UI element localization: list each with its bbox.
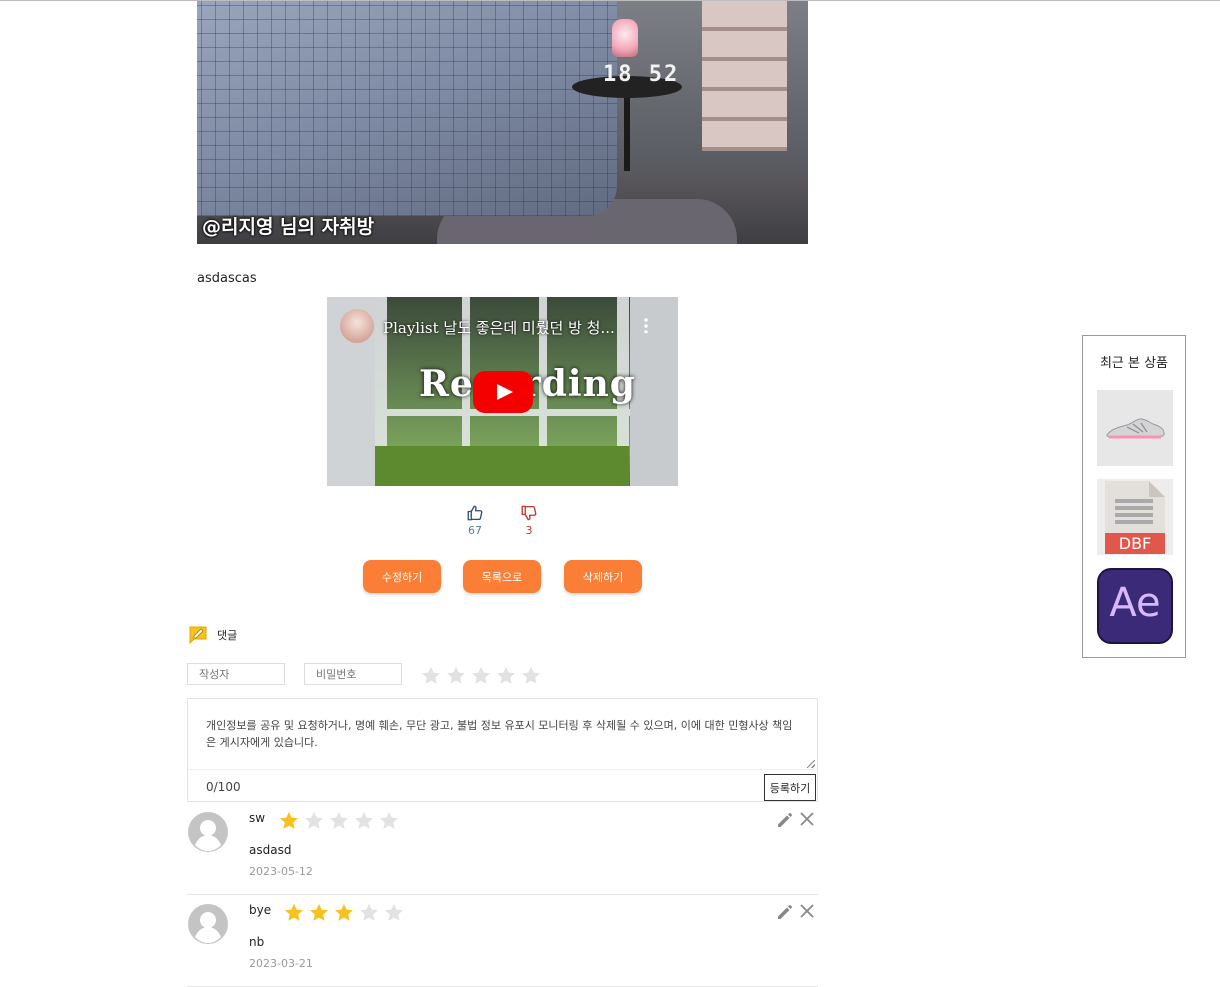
star-empty-icon (330, 811, 348, 829)
like-button[interactable]: 67 (455, 504, 495, 537)
comment-textarea[interactable]: 개인정보를 공유 및 요청하거나, 명예 훼손, 무단 광고, 불법 정보 유포… (206, 717, 801, 751)
recent-panel-title: 최근 본 상품 (1099, 356, 1169, 371)
image-caption: @리지영 님의 자취방 (202, 216, 375, 238)
delete-x-icon[interactable] (799, 811, 815, 827)
dbf-label: DBF (1118, 534, 1152, 553)
post-image: 18 52 @리지영 님의 자취방 (197, 1, 808, 244)
comment-write-icon (189, 626, 207, 644)
recent-item-after-effects[interactable]: Ae (1097, 568, 1173, 644)
like-count: 67 (468, 524, 482, 537)
avatar-icon (188, 812, 228, 852)
youtube-embed[interactable]: Playlist 날도 좋은데 미뤘던 방 청... Recording (327, 297, 678, 486)
star-empty-icon (380, 811, 398, 829)
grass (375, 446, 629, 486)
drawer-shelf (702, 1, 787, 151)
comment-item: bye nb 2023-03-21 (187, 895, 818, 987)
edit-button[interactable]: 수정하기 (363, 560, 441, 593)
comment-form: 개인정보를 공유 및 요청하거나, 명예 훼손, 무단 광고, 불법 정보 유포… (187, 698, 818, 802)
comment-text: nb (249, 935, 265, 949)
comment-item: sw asdasd 2023-05-12 (187, 803, 818, 895)
star-empty-icon[interactable] (520, 665, 542, 687)
comments-title: 댓글 (217, 629, 238, 642)
back-to-list-button[interactable]: 목록으로 (463, 560, 541, 593)
bed (197, 1, 617, 216)
table-leg (624, 96, 630, 171)
ae-label: Ae (1109, 580, 1161, 626)
comment-author: bye (249, 903, 272, 917)
star-empty-icon[interactable] (470, 665, 492, 687)
password-input[interactable] (304, 663, 402, 685)
comment-rating (283, 902, 405, 924)
star-empty-icon (355, 811, 373, 829)
rating-selector[interactable] (420, 665, 542, 687)
thumbs-up-icon (467, 505, 483, 521)
comment-author: sw (249, 811, 266, 825)
recently-viewed-panel: 최근 본 상품 DBF Ae (1082, 335, 1186, 658)
wall-right (630, 297, 678, 486)
avatar-icon (188, 904, 228, 944)
star-empty-icon (305, 811, 323, 829)
delete-button[interactable]: 삭제하기 (564, 560, 642, 593)
star-filled-icon (280, 811, 298, 829)
play-button[interactable] (473, 371, 533, 413)
comment-text: asdasd (249, 843, 292, 857)
author-input[interactable] (187, 663, 285, 685)
star-empty-icon (360, 903, 378, 921)
star-empty-icon[interactable] (445, 665, 467, 687)
video-title[interactable]: Playlist 날도 좋은데 미뤘던 방 청... (383, 317, 615, 338)
star-empty-icon (385, 903, 403, 921)
star-empty-icon[interactable] (420, 665, 442, 687)
channel-avatar[interactable] (340, 309, 374, 343)
clock-display: 18 52 (603, 62, 680, 87)
star-filled-icon (285, 903, 303, 921)
submit-comment-button[interactable]: 등록하기 (764, 774, 816, 801)
thumbs-down-icon (521, 505, 537, 521)
comment-date: 2023-03-21 (249, 957, 313, 970)
dislike-count: 3 (525, 524, 533, 537)
divider (188, 769, 817, 770)
resize-handle-icon[interactable] (807, 760, 815, 768)
dislike-button[interactable]: 3 (509, 504, 549, 537)
post-body-text: asdascas (197, 271, 257, 286)
lamp (612, 19, 638, 57)
delete-x-icon[interactable] (799, 903, 815, 919)
sneaker-image (1106, 418, 1165, 439)
comments-header: 댓글 (189, 626, 237, 644)
star-filled-icon (335, 903, 353, 921)
char-count: 0/100 (206, 780, 241, 794)
comment-rating (278, 810, 400, 832)
star-empty-icon[interactable] (495, 665, 517, 687)
recent-item-dbf[interactable]: DBF (1097, 479, 1173, 555)
edit-pencil-icon[interactable] (776, 811, 794, 829)
edit-pencil-icon[interactable] (776, 903, 794, 921)
comment-date: 2023-05-12 (249, 865, 313, 878)
star-filled-icon (310, 903, 328, 921)
recent-item-sneaker[interactable] (1097, 390, 1173, 466)
more-options-icon[interactable] (644, 317, 648, 333)
